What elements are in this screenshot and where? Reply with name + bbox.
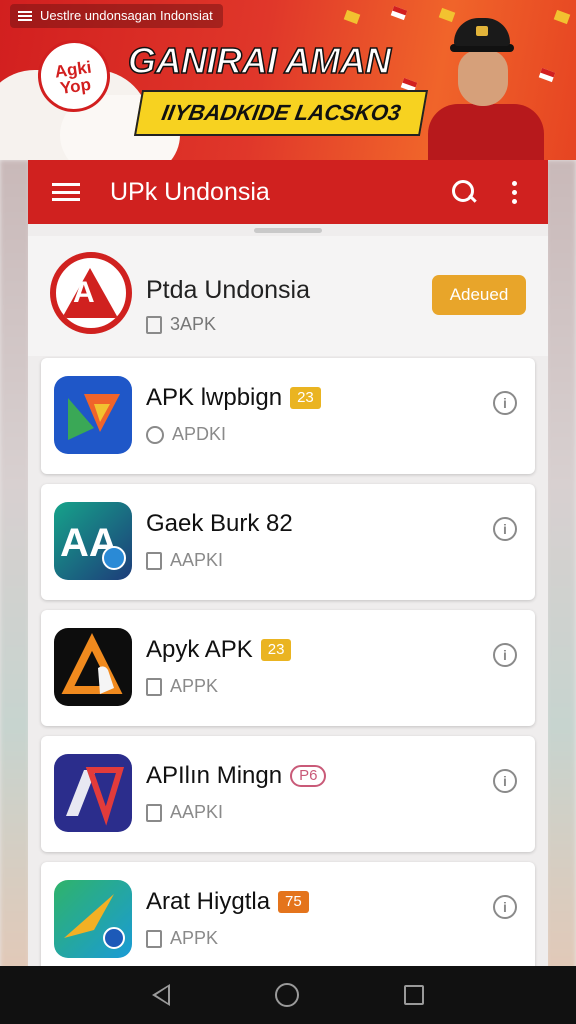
promo-banner[interactable]: Uestlre undonsagan Indonsiat Agki Yop GA…	[0, 0, 576, 160]
app-name: APK lwpbign	[146, 384, 283, 411]
hamburger-menu-icon[interactable]	[52, 183, 80, 201]
hand-icon	[146, 315, 162, 334]
featured-app-subtitle-text: 3APK	[170, 314, 217, 334]
list-item[interactable]: APK lwpbign 23 APDKI i	[41, 358, 535, 474]
package-icon	[146, 803, 162, 822]
featured-app-subtitle: 3APK	[146, 314, 216, 335]
info-icon[interactable]: i	[493, 517, 517, 541]
info-icon[interactable]: i	[493, 643, 517, 667]
app-subtitle-row: AAPKI	[146, 550, 223, 571]
list-item[interactable]: APIlın Mingn P6 AAPKI i	[41, 736, 535, 852]
home-icon[interactable]	[274, 983, 299, 1007]
list-item[interactable]: Apyk APK 23 APPK i	[41, 610, 535, 726]
search-icon[interactable]	[450, 178, 478, 206]
hand-icon	[146, 677, 162, 696]
app-icon	[54, 880, 132, 958]
gauge-icon	[146, 425, 164, 444]
app-icon	[54, 628, 132, 706]
confetti	[553, 9, 571, 25]
confetti	[343, 9, 361, 25]
app-title: UPk Undonsia	[110, 177, 270, 206]
notification-text: Uestlre undonsagan Indonsiat	[40, 8, 213, 23]
app-subtitle: APPK	[170, 928, 219, 948]
background-blur-left	[0, 160, 30, 970]
app-subtitle: APDKI	[172, 424, 227, 444]
featured-app-name: Ptda Undonsia	[146, 276, 311, 304]
menu-icon	[18, 11, 32, 21]
app-subtitle-row: APDKI	[146, 424, 226, 445]
featured-app-icon: A	[50, 252, 132, 334]
app-badge: 23	[290, 387, 321, 409]
info-icon[interactable]: i	[493, 769, 517, 793]
list-item[interactable]: AA Gaek Burk 82 AAPKI i	[41, 484, 535, 600]
app-subtitle: APPK	[170, 676, 219, 696]
app-list-sheet: A Ptda Undonsia 3APK Adeued APK lwpbign …	[28, 224, 548, 978]
app-subtitle: AAPKI	[170, 802, 224, 822]
app-name-row: APIlın Mingn P6	[146, 762, 327, 790]
app-name: Arat Hiygtla	[146, 888, 271, 915]
app-icon: AA	[54, 502, 132, 580]
package-icon	[146, 551, 162, 570]
app-name-row: APK lwpbign 23	[146, 384, 321, 412]
app-name: Apyk APK	[146, 636, 253, 663]
background-blur-right	[546, 160, 576, 970]
more-options-icon[interactable]	[512, 180, 518, 204]
system-navigation-bar	[0, 966, 576, 1024]
info-icon[interactable]: i	[493, 391, 517, 415]
app-subtitle: AAPKI	[170, 550, 224, 570]
package-icon	[146, 929, 162, 948]
drag-handle[interactable]	[254, 228, 322, 233]
app-name: APIlın Mingn	[146, 762, 283, 789]
banner-subtitle: IIYBADKIDE LACSKO3	[133, 90, 429, 136]
info-icon[interactable]: i	[493, 895, 517, 919]
app-subtitle-row: AAPKI	[146, 802, 223, 823]
app-bar: UPk Undonsia	[28, 160, 548, 224]
app-icon	[54, 754, 132, 832]
app-name-row: Gaek Burk 82	[146, 510, 293, 538]
app-subtitle-row: APPK	[146, 928, 218, 949]
app-icon	[54, 376, 132, 454]
recent-apps-icon[interactable]	[403, 985, 424, 1005]
app-subtitle-row: APPK	[146, 676, 218, 697]
app-badge: 23	[260, 639, 292, 661]
back-icon[interactable]	[152, 984, 171, 1006]
featured-app[interactable]: A Ptda Undonsia 3APK Adeued	[28, 236, 548, 356]
banner-person-illustration	[420, 18, 550, 160]
app-name-row: Arat Hiygtla 75	[146, 888, 309, 916]
app-name: Gaek Burk 82	[146, 510, 293, 537]
app-badge: P6	[290, 765, 327, 787]
banner-title: GANIRAI AMAN	[127, 39, 392, 82]
list-item[interactable]: Arat Hiygtla 75 APPK i	[41, 862, 535, 978]
notification-pill[interactable]: Uestlre undonsagan Indonsiat	[10, 4, 223, 28]
added-button[interactable]: Adeued	[432, 275, 526, 315]
app-name-row: Apyk APK 23	[146, 636, 292, 664]
confetti	[390, 5, 408, 21]
app-badge: 75	[278, 891, 309, 913]
